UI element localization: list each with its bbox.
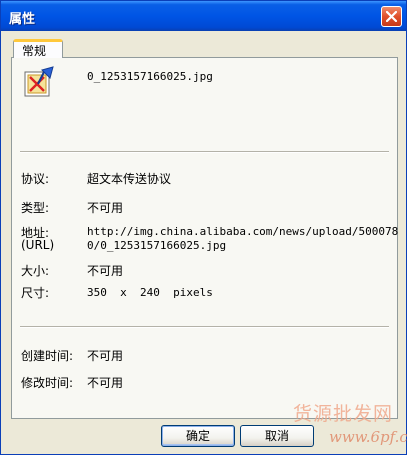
- properties-dialog: 属性 常规 0_1253157166025.jpg 协议: 超文本传送协议 类型…: [0, 0, 407, 455]
- close-button[interactable]: [381, 6, 402, 27]
- created-value: 不可用: [87, 349, 124, 363]
- type-label: 类型:: [21, 201, 50, 215]
- protocol-label: 协议:: [21, 172, 50, 186]
- created-label: 创建时间:: [21, 349, 74, 363]
- protocol-value: 超文本传送协议: [87, 172, 172, 186]
- watermark-sub: www.6pf.cn: [329, 428, 407, 446]
- separator: [20, 151, 389, 153]
- tab-general-label: 常规: [22, 44, 47, 58]
- dimensions-value: 350 x 240 pixels: [87, 286, 213, 299]
- ok-button[interactable]: 确定: [161, 425, 235, 447]
- close-icon: [386, 11, 397, 22]
- watermark: 货源批发网 www.6pf.cn: [289, 395, 407, 455]
- modified-label: 修改时间:: [21, 376, 74, 390]
- broken-image-file-icon: [24, 66, 54, 97]
- address-value-line2[interactable]: 0/0_1253157166025.jpg: [87, 239, 226, 252]
- size-label: 大小:: [21, 264, 50, 278]
- dimensions-label: 尺寸:: [21, 286, 50, 300]
- watermark-main: 货源批发网: [293, 403, 394, 425]
- modified-value: 不可用: [87, 376, 124, 390]
- file-name: 0_1253157166025.jpg: [87, 70, 213, 83]
- size-value: 不可用: [87, 264, 124, 278]
- general-panel: 0_1253157166025.jpg 协议: 超文本传送协议 类型: 不可用 …: [11, 57, 398, 419]
- separator: [20, 326, 389, 328]
- address-url-label: (URL): [21, 238, 55, 252]
- type-value: 不可用: [87, 201, 124, 215]
- address-value-line1[interactable]: http://img.china.alibaba.com/news/upload…: [87, 225, 398, 238]
- dialog-title: 属性: [9, 12, 36, 27]
- title-bar[interactable]: 属性: [1, 1, 406, 31]
- tab-general[interactable]: 常规: [13, 39, 63, 58]
